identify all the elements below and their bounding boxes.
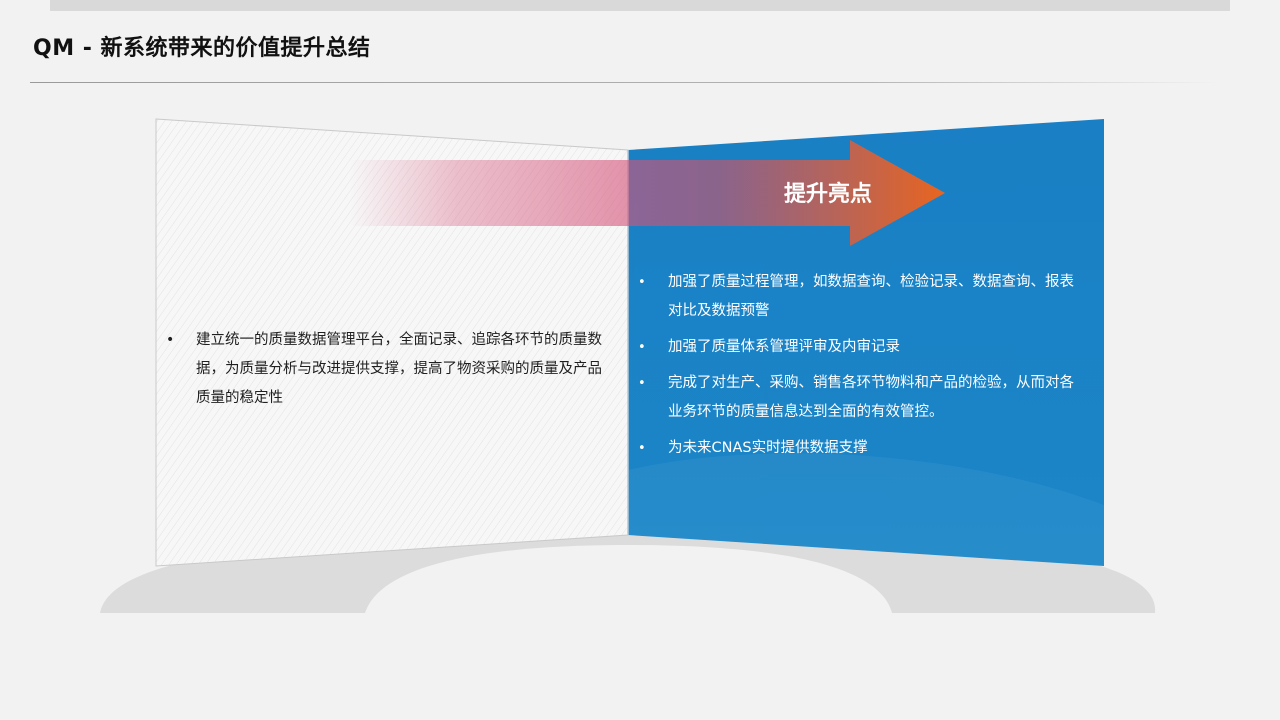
right-panel-list: 加强了质量过程管理，如数据查询、检验记录、数据查询、报表对比及数据预警 加强了质… — [638, 268, 1088, 470]
arrow-label: 提升亮点 — [783, 182, 872, 207]
list-item: 建立统一的质量数据管理平台，全面记录、追踪各环节的质量数据，为质量分析与改进提供… — [166, 326, 616, 413]
list-item: 加强了质量体系管理评审及内审记录 — [638, 333, 1088, 362]
left-panel-list: 建立统一的质量数据管理平台，全面记录、追踪各环节的质量数据，为质量分析与改进提供… — [166, 326, 616, 413]
list-item: 完成了对生产、采购、销售各环节物料和产品的检验，从而对各业务环节的质量信息达到全… — [638, 369, 1088, 427]
list-item: 为未来CNAS实时提供数据支撑 — [638, 434, 1088, 463]
list-item: 加强了质量过程管理，如数据查询、检验记录、数据查询、报表对比及数据预警 — [638, 268, 1088, 326]
